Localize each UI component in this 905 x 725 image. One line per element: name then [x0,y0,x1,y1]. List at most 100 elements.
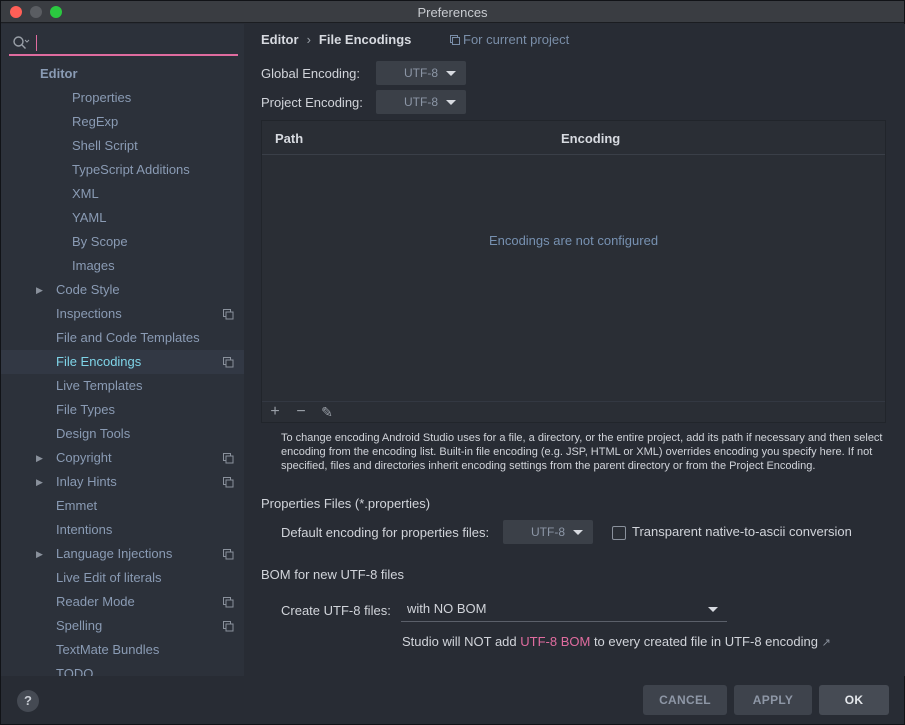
properties-section-title: Properties Files (*.properties) [261,496,431,511]
preferences-window: Preferences Editor Properties RegExp Shell … [0,0,905,725]
table-toolbar: + − ✎ [262,401,885,423]
default-properties-encoding-label: Default encoding for properties files: [281,525,490,540]
sidebar-item-label: Spelling [56,618,103,633]
search-input[interactable] [35,33,235,53]
sidebar-item-properties[interactable]: Properties [1,86,244,110]
sidebar-item-todo[interactable]: TODO [1,662,244,676]
sidebar-item-label: Emmet [56,498,98,513]
sidebar-item-label: TypeScript Additions [72,162,190,177]
apply-button[interactable]: APPLY [734,685,812,715]
sidebar-item-intentions[interactable]: Intentions [1,518,244,542]
transparent-conversion-checkbox[interactable] [612,526,626,540]
project-encoding-select[interactable]: UTF-8 [376,90,466,114]
sidebar-item-live-edit-of-literals[interactable]: Live Edit of literals [1,566,244,590]
edit-icon[interactable]: ✎ [318,403,336,421]
sidebar-item-label: Inspections [56,306,122,321]
sidebar-item-label: Properties [72,90,132,105]
sidebar-item-design-tools[interactable]: Design Tools [1,422,244,446]
sidebar-item-by-scope[interactable]: By Scope [1,230,244,254]
transparent-conversion-label[interactable]: Transparent native-to-ascii conversion [632,524,852,539]
breadcrumb: Editor › File Encodings [261,32,411,47]
ok-button[interactable]: OK [819,685,889,715]
sidebar-item-copyright[interactable]: ▶ Copyright [1,446,244,470]
sidebar-item-yaml[interactable]: YAML [1,206,244,230]
global-encoding-select[interactable]: UTF-8 [376,61,466,85]
sidebar-item-label: Copyright [56,450,112,465]
chevron-down-icon [446,100,456,105]
sidebar-item-inspections[interactable]: Inspections [1,302,244,326]
sidebar-item-label: Code Style [56,282,120,297]
sidebar-item-textmate-bundles[interactable]: TextMate Bundles [1,638,244,662]
sidebar-item-images[interactable]: Images [1,254,244,278]
encoding-info-text: To change encoding Android Studio uses f… [281,432,883,472]
project-scope-icon [450,35,460,45]
breadcrumb-separator: › [306,32,311,47]
bom-section-title: BOM for new UTF-8 files [261,567,405,582]
sidebar-item-label: Intentions [56,522,113,537]
bom-select[interactable]: with NO BOM [401,598,727,622]
table-header: Path Encoding [262,121,885,155]
sidebar-item-label: Live Templates [56,378,143,393]
sidebar-item-editor[interactable]: Editor [1,62,244,86]
bom-note-prefix: Studio will NOT add [402,634,521,649]
sidebar-item-label: Design Tools [56,426,131,441]
expand-arrow-icon[interactable]: ▶ [36,446,43,470]
sidebar-item-spelling[interactable]: Spelling [1,614,244,638]
breadcrumb-current: File Encodings [318,32,412,47]
sidebar-item-regexp[interactable]: RegExp [1,110,244,134]
sidebar-item-language-injections[interactable]: ▶ Language Injections [1,542,244,566]
sidebar-item-label: Language Injections [56,546,173,561]
text-cursor [36,35,37,51]
column-header-path[interactable]: Path [275,131,303,146]
sidebar-item-inlay-hints[interactable]: ▶ Inlay Hints [1,470,244,494]
sidebar-item-label: By Scope [72,234,128,249]
breadcrumb-parent[interactable]: Editor [261,32,299,47]
global-encoding-value: UTF-8 [404,66,438,80]
properties-encoding-value: UTF-8 [531,525,565,539]
project-scope-icon [223,621,234,632]
title-bar: Preferences [1,1,904,23]
project-scope-icon [223,549,234,560]
project-scope-icon [223,453,234,464]
expand-arrow-icon[interactable]: ▶ [36,278,43,302]
chevron-down-icon [573,530,583,535]
sidebar-item-file-types[interactable]: File Types [1,398,244,422]
cancel-button[interactable]: CANCEL [643,685,727,715]
remove-icon[interactable]: − [292,403,310,421]
sidebar-item-label: Shell Script [72,138,138,153]
sidebar-item-label: YAML [72,210,107,225]
window-title: Preferences [417,5,488,20]
add-icon[interactable]: + [266,403,284,421]
sidebar-item-live-templates[interactable]: Live Templates [1,374,244,398]
encodings-table[interactable]: Path Encoding Encodings are not configur… [261,120,886,423]
sidebar-item-label: Images [72,258,115,273]
for-current-project-label: For current project [450,32,569,47]
project-scope-icon [223,597,234,608]
sidebar-item-file-encodings[interactable]: File Encodings [1,350,244,374]
sidebar-item-file-and-code-templates[interactable]: File and Code Templates [1,326,244,350]
settings-search[interactable] [9,32,238,56]
sidebar-item-typescript-additions[interactable]: TypeScript Additions [1,158,244,182]
project-encoding-label: Project Encoding: [261,95,363,110]
sidebar-item-reader-mode[interactable]: Reader Mode [1,590,244,614]
sidebar-item-label: File and Code Templates [56,330,200,345]
help-button[interactable]: ? [17,690,39,712]
sidebar-item-shell-script[interactable]: Shell Script [1,134,244,158]
properties-encoding-select[interactable]: UTF-8 [503,520,593,544]
create-utf8-label: Create UTF-8 files: [281,603,391,618]
sidebar-item-label: Inlay Hints [56,474,117,489]
sidebar-item-code-style[interactable]: ▶ Code Style [1,278,244,302]
sidebar-item-label: File Types [56,402,116,417]
empty-table-message: Encodings are not configured [488,233,659,248]
column-header-encoding[interactable]: Encoding [561,131,620,146]
sidebar-item-emmet[interactable]: Emmet [1,494,244,518]
external-link-icon[interactable]: ↗ [822,637,831,649]
sidebar-item-label: File Encodings [56,354,142,369]
expand-arrow-icon[interactable]: ▶ [36,542,43,566]
for-current-project-text: For current project [463,32,570,47]
expand-arrow-icon[interactable]: ▶ [36,470,43,494]
sidebar-item-xml[interactable]: XML [1,182,244,206]
chevron-down-icon [708,607,718,612]
sidebar-item-label: Editor [40,66,78,81]
settings-sidebar: Editor Properties RegExp Shell Script TypeSc… [1,24,244,676]
